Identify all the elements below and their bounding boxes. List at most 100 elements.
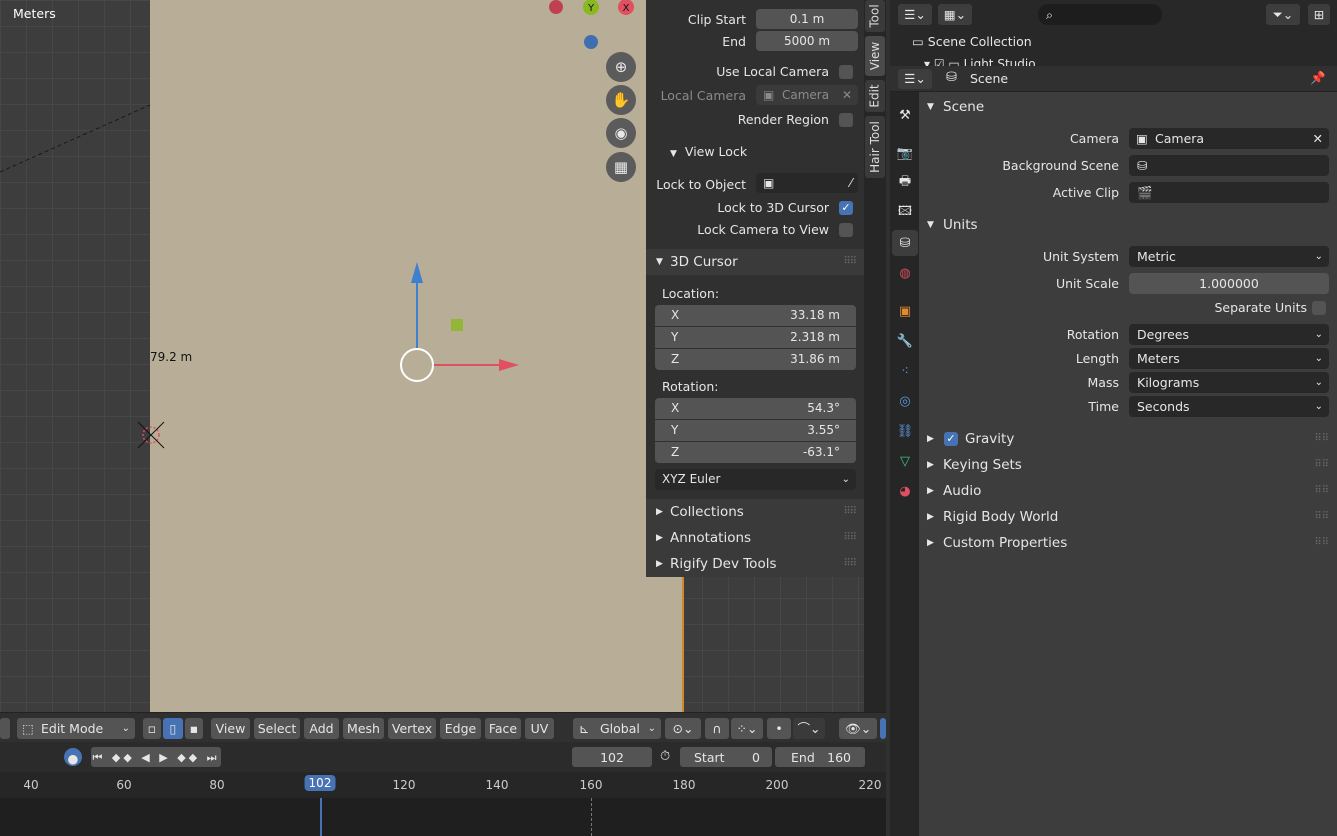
view-lock-header[interactable]: ▼ View Lock bbox=[670, 144, 747, 159]
new-collection-icon[interactable]: ⊞ bbox=[1308, 4, 1330, 25]
lock-to-3d-cursor-checkbox[interactable]: ✓ bbox=[839, 201, 853, 215]
proportional-edit-icon[interactable]: • bbox=[767, 718, 791, 739]
clear-icon[interactable]: ✕ bbox=[842, 85, 852, 105]
tab-hair-tool[interactable]: Hair Tool bbox=[865, 116, 885, 178]
display-mode-icon[interactable]: ▦⌄ bbox=[938, 4, 972, 25]
playhead-frame[interactable]: 102 bbox=[304, 775, 336, 791]
lock-camera-to-view-checkbox[interactable] bbox=[839, 223, 853, 237]
view-layer-tab-icon[interactable]: 🖾 bbox=[892, 200, 918, 226]
menu-add[interactable]: Add bbox=[304, 718, 339, 739]
data-tab-icon[interactable]: ▽ bbox=[892, 448, 918, 474]
clip-start-field[interactable]: 0.1 m bbox=[756, 9, 858, 29]
zoom-icon[interactable]: ⊕ bbox=[606, 52, 636, 82]
collections-panel-header[interactable]: ▶ Collections ⠿⠿ bbox=[646, 499, 864, 525]
timeline-ruler[interactable]: 40 60 80 102 120 140 160 180 200 220 bbox=[0, 772, 886, 798]
eyedropper-icon[interactable]: ⁄ bbox=[850, 173, 852, 193]
scene-section-header[interactable]: ▼ Scene bbox=[919, 94, 1337, 120]
rotation-units-dropdown[interactable]: Degrees ⌄ bbox=[1129, 324, 1329, 345]
drag-grip-icon[interactable]: ⠿⠿ bbox=[1314, 504, 1329, 530]
stopwatch-icon[interactable]: ⏱ bbox=[660, 749, 670, 764]
cursor-location-z[interactable]: Z 31.86 m bbox=[655, 349, 856, 370]
cursor-rotation-y[interactable]: Y 3.55° bbox=[655, 420, 856, 441]
tab-view[interactable]: View bbox=[865, 36, 885, 76]
outliner-search-input[interactable]: ⌕ bbox=[1038, 4, 1162, 25]
audio-section-header[interactable]: ▶ Audio ⠿⠿ bbox=[919, 478, 1337, 504]
editor-type-button[interactable] bbox=[0, 718, 10, 739]
menu-mesh[interactable]: Mesh bbox=[343, 718, 384, 739]
snap-target-icon[interactable]: ⁘⌄ bbox=[731, 718, 763, 739]
drag-grip-icon[interactable]: ⠿⠿ bbox=[843, 499, 857, 525]
active-clip-field[interactable]: 🎬 bbox=[1129, 182, 1329, 203]
menu-select[interactable]: Select bbox=[254, 718, 300, 739]
render-tab-icon[interactable]: 📷 bbox=[892, 140, 918, 166]
end-frame-field[interactable]: End 160 bbox=[775, 747, 865, 767]
drag-grip-icon[interactable]: ⠿⠿ bbox=[1314, 452, 1329, 478]
start-frame-field[interactable]: Start 0 bbox=[680, 747, 772, 767]
pan-hand-icon[interactable]: ✋ bbox=[606, 85, 636, 115]
snap-icon[interactable]: ∩ bbox=[705, 718, 729, 739]
face-select-icon[interactable]: ▪ bbox=[185, 718, 203, 739]
gravity-checkbox[interactable]: ✓ bbox=[944, 432, 958, 446]
mode-dropdown[interactable]: ⬚ Edit Mode ⌄ bbox=[17, 718, 135, 739]
camera-field[interactable]: ▣ Camera ✕ bbox=[1129, 128, 1329, 149]
pivot-point-icon[interactable]: ⊙⌄ bbox=[665, 718, 701, 739]
drag-grip-icon[interactable]: ⠿⠿ bbox=[843, 525, 857, 551]
physics-tab-icon[interactable]: ◎ bbox=[892, 388, 918, 414]
cursor-location-x[interactable]: X 33.18 m bbox=[655, 305, 856, 326]
clip-end-field[interactable]: 5000 m bbox=[756, 31, 858, 51]
drag-grip-icon[interactable]: ⠿⠿ bbox=[843, 551, 857, 577]
lock-to-object-field[interactable]: ▣ ⁄ bbox=[756, 173, 858, 193]
grid-toggle-icon[interactable]: ▦ bbox=[606, 152, 636, 182]
current-frame-field[interactable]: 102 bbox=[572, 747, 652, 767]
rigid-body-world-section-header[interactable]: ▶ Rigid Body World ⠿⠿ bbox=[919, 504, 1337, 530]
rigify-dev-tools-panel-header[interactable]: ▶ Rigify Dev Tools ⠿⠿ bbox=[646, 551, 864, 577]
clear-icon[interactable]: ✕ bbox=[1313, 128, 1323, 149]
tool-tab-icon[interactable]: ⚒ bbox=[892, 102, 918, 128]
output-tab-icon[interactable]: 🖶 bbox=[892, 170, 918, 196]
gravity-section-header[interactable]: ▶ ✓ Gravity ⠿⠿ bbox=[919, 426, 1337, 452]
filter-icon[interactable]: ⏷⌄ bbox=[1266, 4, 1300, 25]
vertex-select-icon[interactable]: ▫ bbox=[143, 718, 161, 739]
material-tab-icon[interactable]: ◕ bbox=[892, 478, 918, 504]
use-local-camera-checkbox[interactable] bbox=[839, 65, 853, 79]
separate-units-checkbox[interactable] bbox=[1312, 301, 1326, 315]
light-studio-row[interactable]: ▾ ☑ ▭ Light Studio bbox=[924, 56, 1036, 66]
units-section-header[interactable]: ▼ Units bbox=[919, 212, 1337, 238]
render-region-checkbox[interactable] bbox=[839, 113, 853, 127]
time-units-dropdown[interactable]: Seconds ⌄ bbox=[1129, 396, 1329, 417]
pin-icon[interactable]: 📌 bbox=[1310, 70, 1326, 86]
edge-select-icon[interactable]: ▯ bbox=[163, 718, 183, 739]
menu-vertex[interactable]: Vertex bbox=[388, 718, 436, 739]
world-tab-icon[interactable]: ◍ bbox=[892, 260, 918, 286]
record-icon[interactable]: ● bbox=[64, 748, 82, 766]
menu-uv[interactable]: UV bbox=[525, 718, 554, 739]
keying-sets-section-header[interactable]: ▶ Keying Sets ⠿⠿ bbox=[919, 452, 1337, 478]
length-units-dropdown[interactable]: Meters ⌄ bbox=[1129, 348, 1329, 369]
drag-grip-icon[interactable]: ⠿⠿ bbox=[1314, 478, 1329, 504]
cursor-rotation-x[interactable]: X 54.3° bbox=[655, 398, 856, 419]
object-tab-icon[interactable]: ▣ bbox=[892, 298, 918, 324]
mass-units-dropdown[interactable]: Kilograms ⌄ bbox=[1129, 372, 1329, 393]
particles-tab-icon[interactable]: ⁖ bbox=[892, 358, 918, 384]
outliner-editor-icon[interactable]: ☰⌄ bbox=[898, 4, 932, 25]
modifier-tab-icon[interactable]: 🔧 bbox=[892, 328, 918, 354]
rotation-mode-dropdown[interactable]: XYZ Euler ⌄ bbox=[655, 469, 856, 490]
background-scene-field[interactable]: ⛁ bbox=[1129, 155, 1329, 176]
3d-cursor-panel-header[interactable]: ▼ 3D Cursor ⠿⠿ bbox=[646, 249, 864, 275]
overlay-visibility-icon[interactable]: 👁⌄ bbox=[839, 718, 877, 739]
unit-scale-field[interactable]: 1.000000 bbox=[1129, 273, 1329, 294]
constraints-tab-icon[interactable]: ⛓ bbox=[892, 418, 918, 444]
menu-view[interactable]: View bbox=[211, 718, 250, 739]
gizmo-toggle[interactable] bbox=[880, 718, 886, 739]
drag-grip-icon[interactable]: ⠿⠿ bbox=[1314, 530, 1329, 556]
cursor-rotation-z[interactable]: Z -63.1° bbox=[655, 442, 856, 463]
scene-collection-row[interactable]: ▭ Scene Collection bbox=[912, 34, 1032, 49]
scene-tab-icon[interactable]: ⛁ bbox=[892, 230, 918, 256]
timeline-body[interactable] bbox=[0, 798, 886, 836]
playhead-line[interactable] bbox=[320, 798, 322, 836]
unit-system-dropdown[interactable]: Metric ⌄ bbox=[1129, 246, 1329, 267]
custom-properties-section-header[interactable]: ▶ Custom Properties ⠿⠿ bbox=[919, 530, 1337, 556]
properties-editor-icon[interactable]: ☰⌄ bbox=[898, 69, 932, 89]
playback-controls[interactable]: ⏮ ◆◆ ◀ ▶ ◆◆ ⏭ bbox=[91, 747, 221, 767]
menu-face[interactable]: Face bbox=[485, 718, 521, 739]
